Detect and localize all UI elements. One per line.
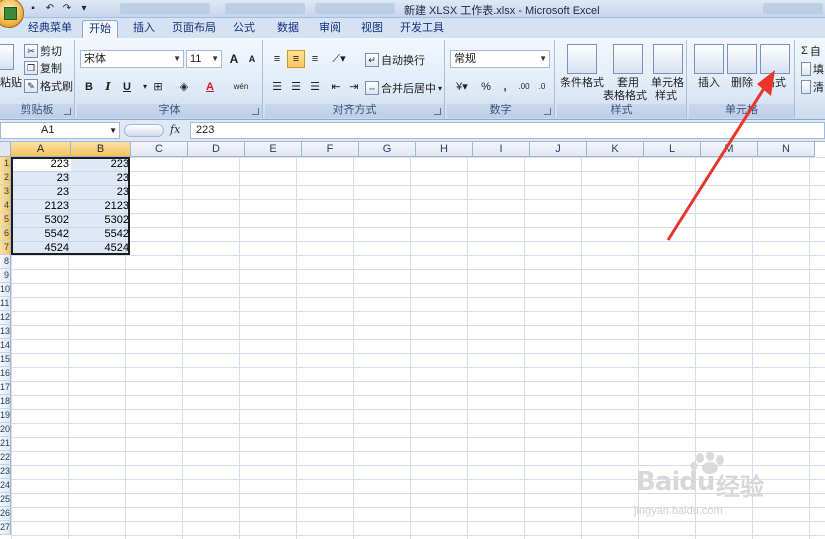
watermark-brand: Baidu [636, 467, 715, 497]
watermark-brand-cn: 经验 [716, 474, 764, 501]
arrow-shaft [666, 81, 770, 241]
office-logo-icon [4, 7, 17, 20]
watermark-url: jingyan.baidu.com [634, 505, 723, 517]
arrow-head [757, 70, 775, 96]
